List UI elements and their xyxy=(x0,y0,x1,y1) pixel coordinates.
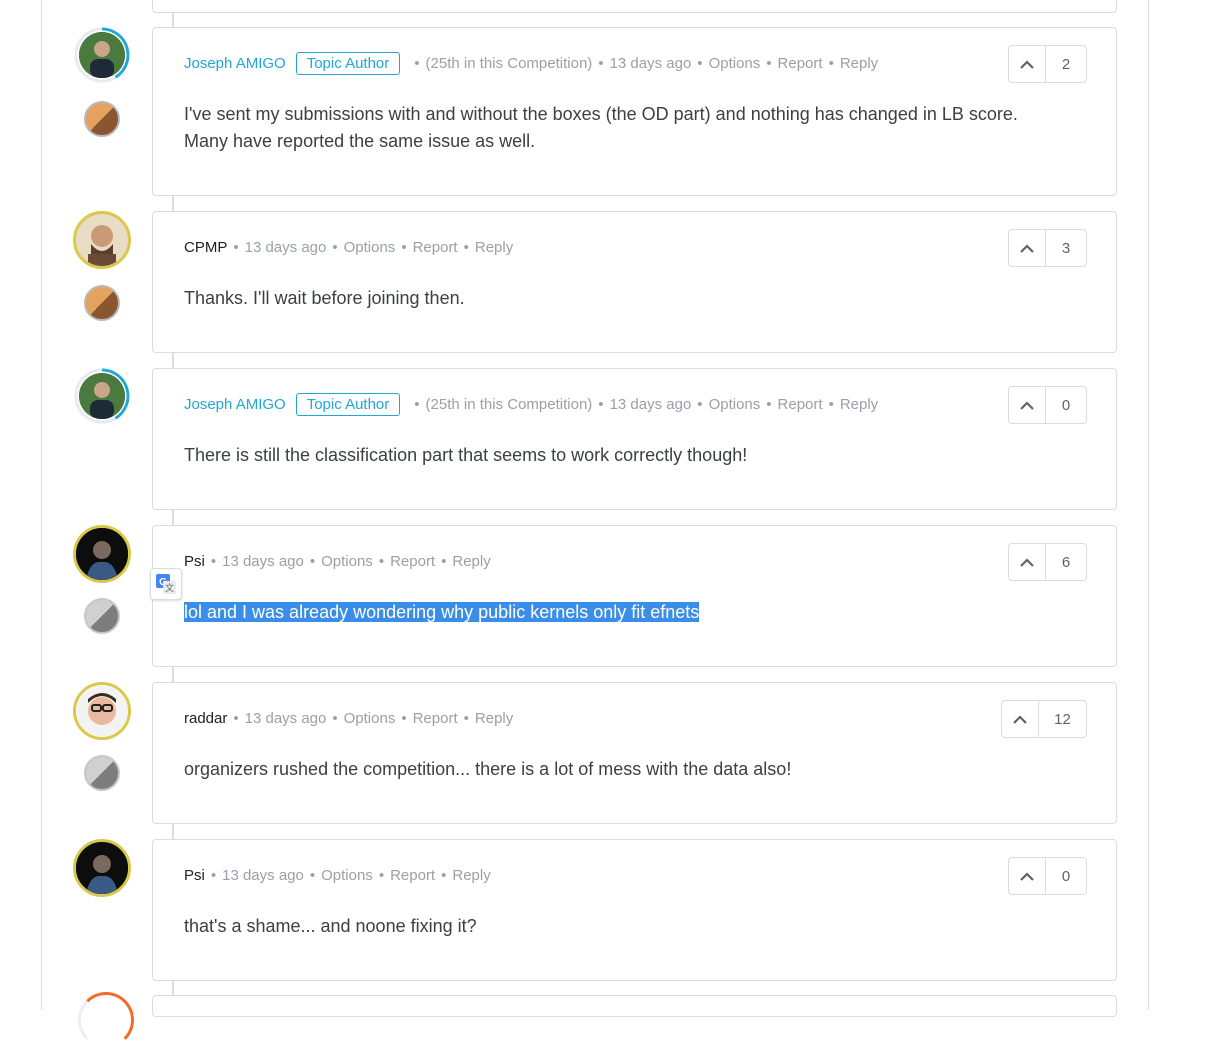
comment-card: Joseph AMIGO Topic Author • (25th in thi… xyxy=(152,27,1117,196)
comment-line: I've sent my submissions with and withou… xyxy=(184,104,1018,124)
comment-card: Psi • 13 days ago • Options • Report • R… xyxy=(152,839,1117,981)
reply-link[interactable]: Reply xyxy=(475,239,513,256)
vote-count: 12 xyxy=(1054,710,1071,728)
author-name[interactable]: Psi xyxy=(184,553,205,570)
options-link[interactable]: Options xyxy=(344,710,396,727)
report-link[interactable]: Report xyxy=(413,239,458,256)
google-translate-icon[interactable]: G 文 xyxy=(150,568,182,600)
chevron-up-icon xyxy=(1020,60,1034,69)
upvote-button[interactable] xyxy=(1009,858,1046,894)
chevron-up-icon xyxy=(1013,715,1027,724)
comment-meta: raddar • 13 days ago • Options • Report … xyxy=(184,709,514,727)
avatar[interactable] xyxy=(79,32,125,78)
upvote-button[interactable] xyxy=(1009,387,1046,423)
upvote-button[interactable] xyxy=(1009,46,1046,82)
vote-widget: 2 xyxy=(1008,45,1087,83)
options-link[interactable]: Options xyxy=(709,396,761,413)
silver-medal-icon xyxy=(84,755,120,791)
comment-meta: Joseph AMIGO Topic Author • (25th in thi… xyxy=(184,51,878,75)
vote-count: 0 xyxy=(1061,867,1071,885)
next-comment-card xyxy=(152,995,1117,1017)
chevron-up-icon xyxy=(1020,244,1034,253)
comment-time: 13 days ago xyxy=(222,552,304,570)
report-link[interactable]: Report xyxy=(778,55,823,72)
avatar[interactable] xyxy=(73,211,131,269)
options-link[interactable]: Options xyxy=(321,867,373,884)
upvote-button[interactable] xyxy=(1002,701,1039,737)
avatar[interactable] xyxy=(78,992,134,1048)
svg-text:文: 文 xyxy=(165,582,174,593)
topic-author-badge: Topic Author xyxy=(295,392,401,416)
comment-time: 13 days ago xyxy=(609,395,692,413)
upvote-button[interactable] xyxy=(1009,230,1046,266)
comment-time: 13 days ago xyxy=(244,238,327,256)
comment-time: 13 days ago xyxy=(609,54,692,72)
rank-note: (25th in this Competition) xyxy=(425,54,593,72)
options-link[interactable]: Options xyxy=(321,553,373,570)
comment-meta: Psi • 13 days ago • Options • Report • R… xyxy=(184,866,491,884)
comment-meta: Joseph AMIGO Topic Author • (25th in thi… xyxy=(184,392,878,416)
chevron-up-icon xyxy=(1020,558,1034,567)
chevron-up-icon xyxy=(1020,872,1034,881)
comment-time: 13 days ago xyxy=(222,866,304,884)
author-name[interactable]: Psi xyxy=(184,867,205,884)
silver-medal-icon xyxy=(84,598,120,634)
options-link[interactable]: Options xyxy=(709,55,761,72)
bronze-medal-icon xyxy=(84,101,120,137)
report-link[interactable]: Report xyxy=(390,867,435,884)
comment-line: There is still the classification part t… xyxy=(184,445,748,465)
previous-comment-card xyxy=(152,0,1117,13)
reply-link[interactable]: Reply xyxy=(475,710,513,727)
author-name[interactable]: Joseph AMIGO xyxy=(184,396,286,413)
author-name[interactable]: Joseph AMIGO xyxy=(184,55,286,72)
avatar[interactable] xyxy=(79,373,125,419)
vote-count: 3 xyxy=(1061,239,1071,257)
reply-link[interactable]: Reply xyxy=(452,867,490,884)
topic-author-badge: Topic Author xyxy=(295,51,401,75)
selected-text[interactable]: lol and I was already wondering why publ… xyxy=(184,602,700,622)
vote-widget: 12 xyxy=(1001,700,1087,738)
vote-widget: 0 xyxy=(1008,857,1087,895)
vote-widget: 3 xyxy=(1008,229,1087,267)
comment-line: organizers rushed the competition... the… xyxy=(184,759,792,779)
upvote-button[interactable] xyxy=(1009,544,1046,580)
report-link[interactable]: Report xyxy=(390,553,435,570)
reply-link[interactable]: Reply xyxy=(840,55,878,72)
comment-body: Thanks. I'll wait before joining then. xyxy=(184,285,465,312)
comment-line: Thanks. I'll wait before joining then. xyxy=(184,288,465,308)
comment-card: raddar • 13 days ago • Options • Report … xyxy=(152,682,1117,824)
vote-count: 2 xyxy=(1061,55,1071,73)
comment-body: I've sent my submissions with and withou… xyxy=(184,101,1018,155)
comment-card: Psi • 13 days ago • Options • Report • R… xyxy=(152,525,1117,667)
comment-card: CPMP • 13 days ago • Options • Report • … xyxy=(152,211,1117,353)
avatar[interactable] xyxy=(73,839,131,897)
reply-link[interactable]: Reply xyxy=(452,553,490,570)
report-link[interactable]: Report xyxy=(413,710,458,727)
author-name[interactable]: CPMP xyxy=(184,239,227,256)
comment-time: 13 days ago xyxy=(244,709,327,727)
comment-body: organizers rushed the competition... the… xyxy=(184,756,791,783)
options-link[interactable]: Options xyxy=(344,239,396,256)
report-link[interactable]: Report xyxy=(778,396,823,413)
comment-line: Many have reported the same issue as wel… xyxy=(184,131,536,151)
comment-card: Joseph AMIGO Topic Author • (25th in thi… xyxy=(152,368,1117,510)
avatar[interactable] xyxy=(73,525,131,583)
comment-body: lol and I was already wondering why publ… xyxy=(184,599,700,626)
vote-count: 0 xyxy=(1061,396,1071,414)
vote-widget: 0 xyxy=(1008,386,1087,424)
comment-body: that's a shame... and noone fixing it? xyxy=(184,913,477,940)
avatar[interactable] xyxy=(73,682,131,740)
chevron-up-icon xyxy=(1020,401,1034,410)
reply-link[interactable]: Reply xyxy=(840,396,878,413)
rank-note: (25th in this Competition) xyxy=(425,395,593,413)
vote-count: 6 xyxy=(1061,553,1071,571)
comment-meta: CPMP • 13 days ago • Options • Report • … xyxy=(184,238,514,256)
bronze-medal-icon xyxy=(84,285,120,321)
author-name[interactable]: raddar xyxy=(184,710,227,727)
comment-line: that's a shame... and noone fixing it? xyxy=(184,916,477,936)
comment-body: There is still the classification part t… xyxy=(184,442,747,469)
comment-meta: Psi • 13 days ago • Options • Report • R… xyxy=(184,552,491,570)
vote-widget: 6 xyxy=(1008,543,1087,581)
